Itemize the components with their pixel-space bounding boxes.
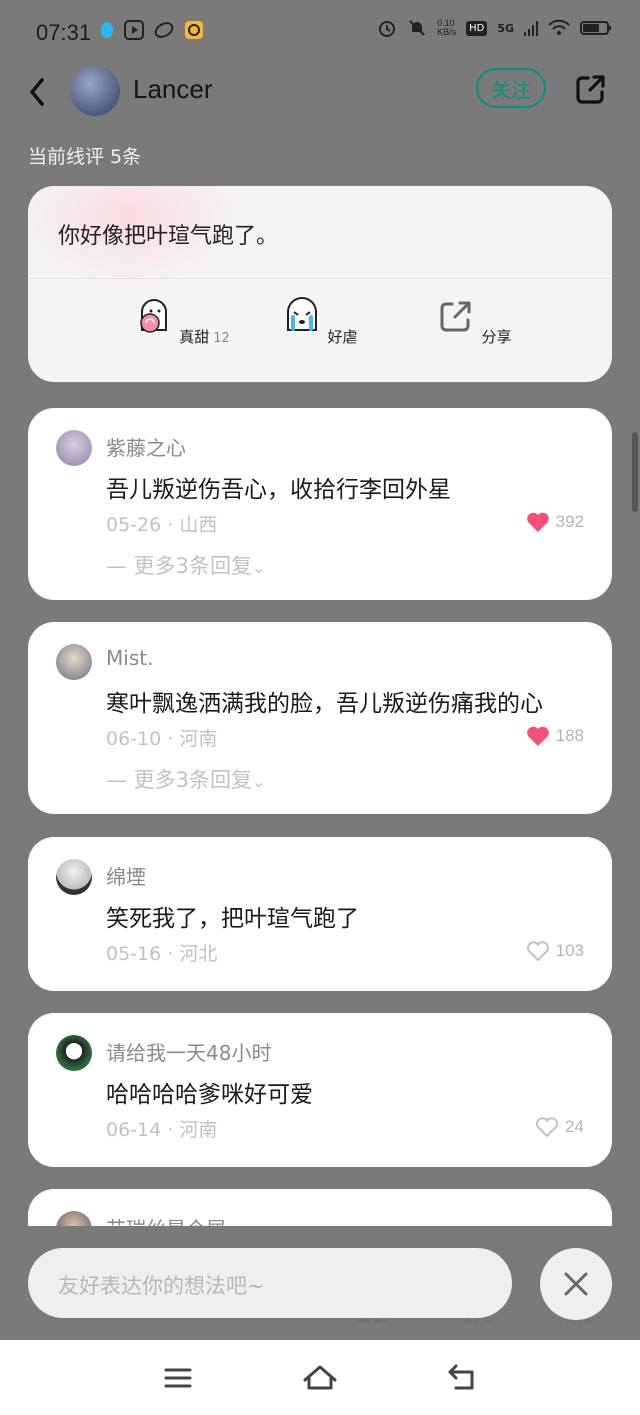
comment-meta: 06-10 · 河南 (106, 728, 218, 750)
back-nav-icon[interactable] (442, 1358, 482, 1398)
like-count: 392 (555, 512, 584, 531)
more-replies-link[interactable]: — 更多3条回复⌄ (106, 550, 265, 580)
video-app-icon (124, 20, 144, 40)
comment-input-placeholder: 友好表达你的想法吧~ (58, 1274, 265, 1298)
like-button[interactable]: 103 (526, 940, 584, 962)
sad-button[interactable]: 好虐 (270, 296, 370, 347)
system-nav-bar (0, 1340, 640, 1415)
heart-filled-icon (526, 726, 549, 746)
quote-card: 你好像把叶瑄气跑了。 真甜 12 好虐 分享 (28, 186, 612, 382)
comment-text: 寒叶飘逸洒满我的脸，吾儿叛逆伤痛我的心 (106, 691, 543, 717)
menu-icon[interactable] (158, 1358, 198, 1398)
notification-icons (100, 20, 204, 40)
sweet-label: 真甜 (179, 328, 210, 346)
like-button[interactable]: 188 (526, 725, 584, 747)
sweet-count: 12 (213, 331, 230, 346)
qq-icon (101, 22, 113, 38)
commenter-name[interactable]: Mist. (106, 646, 153, 670)
comment-date: 06-10 (106, 728, 162, 750)
alarm-icon (379, 21, 396, 37)
chevron-down-icon: ⌄ (252, 558, 266, 577)
signal-icon (524, 21, 538, 36)
commenter-name[interactable]: 绵堙 (106, 861, 146, 890)
close-icon (564, 1272, 588, 1296)
coin-app-icon (185, 21, 203, 39)
comment-meta: 05-26 · 山西 (106, 514, 218, 536)
more-replies-link[interactable]: — 更多3条回复⌄ (106, 764, 265, 794)
sweet-button[interactable]: 真甜 12 (132, 296, 232, 347)
chevron-down-icon: ⌄ (252, 772, 266, 791)
comment-meta: 06-14 · 河南 (106, 1119, 218, 1141)
status-bar: 07:31 0.10 KB/s HD 5G (0, 0, 640, 62)
heart-outline-icon (526, 941, 549, 962)
link-app-icon (154, 22, 174, 38)
comment-date: 06-14 (106, 1119, 162, 1141)
more-replies-label: — 更多3条回复 (106, 768, 253, 792)
comment-date: 05-26 (106, 514, 162, 536)
like-button[interactable]: 24 (535, 1116, 584, 1138)
network-type: 5G (497, 21, 514, 35)
net-speed-unit: KB/s (437, 27, 457, 37)
like-count: 188 (555, 726, 584, 745)
comment-date: 05-16 (106, 943, 162, 965)
comment-card[interactable]: 绵堙 笑死我了，把叶瑄气跑了 05-16 · 河北 103 (28, 837, 612, 991)
status-time: 07:31 (36, 20, 92, 45)
more-replies-label: — 更多3条回复 (106, 554, 253, 578)
comment-input[interactable]: 友好表达你的想法吧~ (28, 1248, 512, 1318)
share-icon[interactable] (574, 72, 608, 106)
home-icon[interactable] (300, 1358, 340, 1398)
comment-text: 笑死我了，把叶瑄气跑了 (106, 906, 359, 932)
heart-outline-icon (536, 1117, 559, 1138)
share-button[interactable]: 分享 (424, 296, 524, 347)
comment-region: 河南 (179, 728, 218, 750)
commenter-avatar[interactable] (56, 859, 92, 895)
mute-icon (409, 20, 425, 36)
sad-label: 好虐 (327, 328, 358, 346)
comment-text: 吾儿叛逆伤吾心，收拾行李回外星 (106, 477, 451, 503)
share-label: 分享 (481, 328, 512, 346)
sweet-ghost-icon (140, 299, 168, 333)
commenter-name[interactable]: 请给我一天48小时 (106, 1037, 271, 1066)
like-button[interactable]: 392 (526, 511, 584, 533)
comment-meta: 05-16 · 河北 (106, 943, 218, 965)
user-avatar[interactable] (70, 66, 120, 116)
close-button[interactable] (540, 1248, 612, 1320)
heart-filled-icon (526, 512, 549, 532)
commenter-avatar[interactable] (56, 430, 92, 466)
comment-card[interactable]: 紫藤之心 吾儿叛逆伤吾心，收拾行李回外星 05-26 · 山西 392 — 更多… (28, 408, 612, 600)
wifi-icon (548, 19, 570, 35)
page-title: Lancer (133, 74, 213, 104)
like-count: 103 (555, 941, 584, 960)
comment-card[interactable]: Mist. 寒叶飘逸洒满我的脸，吾儿叛逆伤痛我的心 06-10 · 河南 188… (28, 622, 612, 814)
system-icons: 0.10 KB/s HD 5G (377, 18, 612, 38)
comment-region: 山西 (179, 514, 218, 536)
comment-region: 河北 (179, 943, 218, 965)
quote-text: 你好像把叶瑄气跑了。 (58, 224, 279, 249)
commenter-avatar[interactable] (56, 644, 92, 680)
commenter-name[interactable]: 紫藤之心 (106, 432, 186, 461)
like-count: 24 (565, 1117, 584, 1136)
follow-button[interactable]: 关注 (476, 68, 546, 108)
top-bar: Lancer 关注 (0, 62, 640, 122)
back-arrow-icon[interactable] (26, 74, 48, 110)
comment-text: 哈哈哈哈爹咪好可爱 (106, 1082, 313, 1108)
divider (28, 278, 612, 279)
comment-region: 河南 (179, 1119, 218, 1141)
comment-card[interactable]: 请给我一天48小时 哈哈哈哈爹咪好可爱 06-14 · 河南 24 (28, 1013, 612, 1167)
scrollbar[interactable] (632, 432, 638, 512)
hd-badge: HD (466, 20, 488, 36)
commenter-avatar[interactable] (56, 1035, 92, 1071)
share-icon (440, 301, 471, 332)
comment-count-label: 当前线评 5条 (28, 146, 142, 168)
crying-ghost-icon (287, 297, 318, 331)
battery-icon (580, 21, 611, 35)
